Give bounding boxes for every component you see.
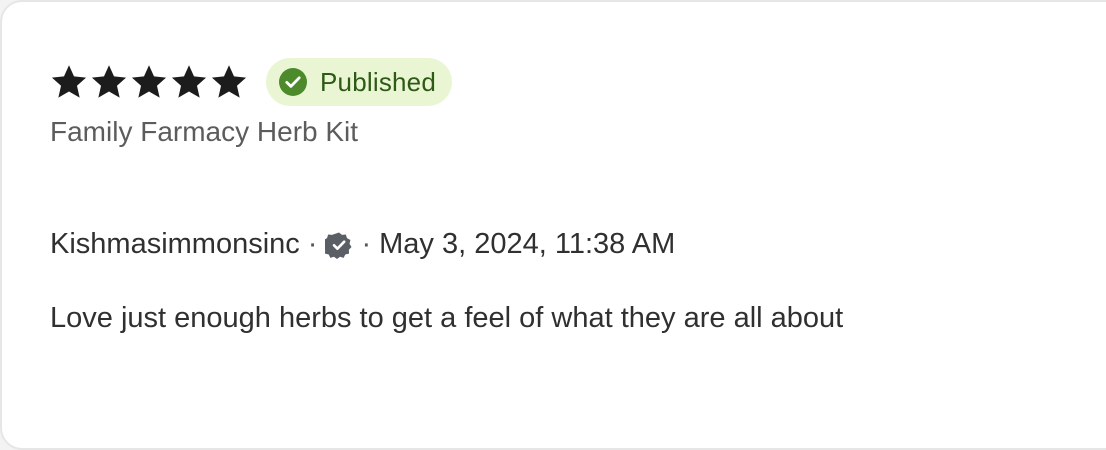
review-body: Love just enough herbs to get a feel of … xyxy=(50,302,844,334)
author-name: Kishmasimmonsinc xyxy=(50,228,300,260)
review-header: Published xyxy=(50,58,452,106)
status-badge-label: Published xyxy=(320,66,436,97)
review-date: May 3, 2024, 11:38 AM xyxy=(379,228,676,260)
star-icon xyxy=(210,64,248,100)
star-icon xyxy=(50,64,88,100)
star-rating xyxy=(50,64,248,100)
star-icon xyxy=(170,64,208,100)
status-badge: Published xyxy=(266,58,452,106)
review-meta: Kishmasimmonsinc · · May 3, 2024, 11:38 … xyxy=(50,228,675,261)
star-icon xyxy=(90,64,128,100)
product-name: Family Farmacy Herb Kit xyxy=(50,116,359,147)
verified-badge-icon xyxy=(325,231,353,259)
separator: · xyxy=(361,228,372,260)
star-icon xyxy=(130,64,168,100)
review-card: Published Family Farmacy Herb Kit Kishma… xyxy=(0,0,1106,450)
check-circle-icon xyxy=(278,67,308,97)
separator: · xyxy=(307,228,318,260)
